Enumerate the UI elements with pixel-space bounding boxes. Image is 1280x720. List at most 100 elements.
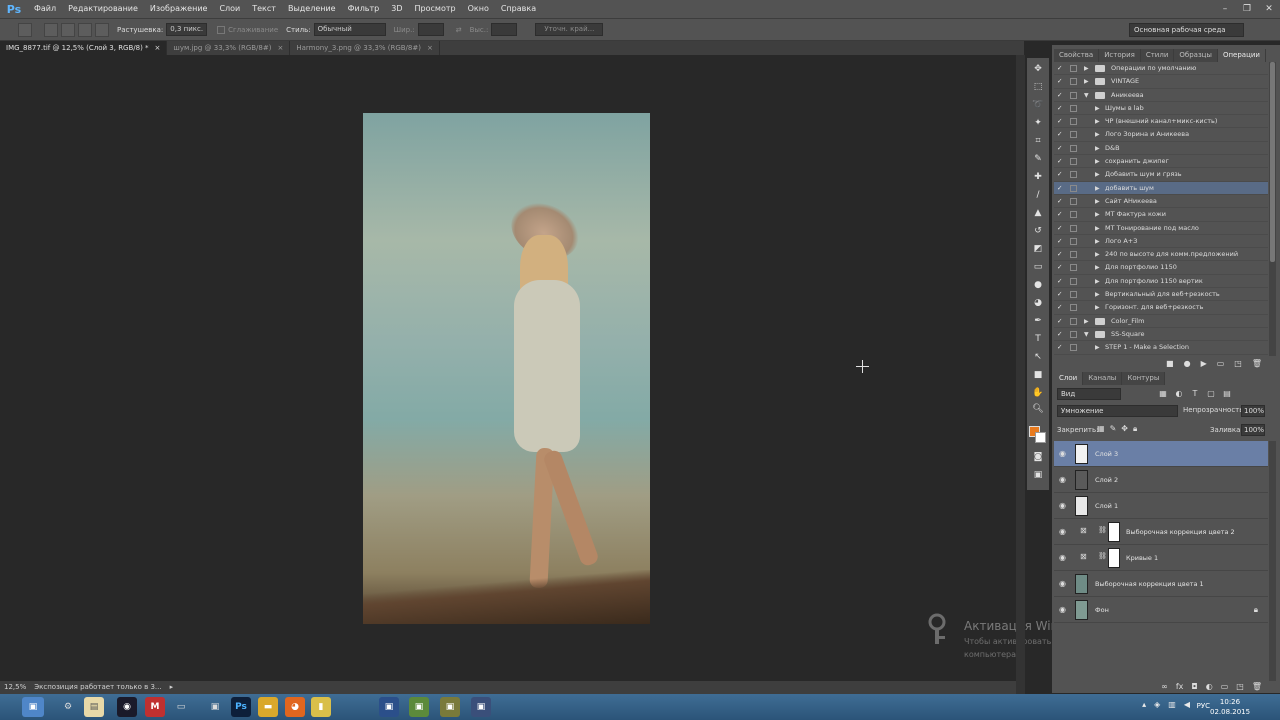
- stamp-tool-icon[interactable]: ▲: [1030, 206, 1046, 220]
- dialog-toggle[interactable]: [1070, 304, 1077, 312]
- tab-styles[interactable]: Стили: [1140, 49, 1175, 62]
- visibility-eye-icon[interactable]: ◉: [1059, 449, 1066, 458]
- expand-icon[interactable]: ▶: [1095, 195, 1100, 208]
- fill-input[interactable]: 100%: [1241, 424, 1265, 436]
- check-icon[interactable]: ✓: [1057, 328, 1062, 341]
- layer-row[interactable]: ◉ Слой 1: [1054, 493, 1268, 519]
- record-icon[interactable]: ●: [1184, 357, 1191, 371]
- eyedropper-icon[interactable]: ✎: [1030, 152, 1046, 166]
- screen-mode-icon[interactable]: ▣: [1030, 468, 1046, 482]
- background-color-swatch[interactable]: [1035, 432, 1046, 443]
- tab-swatches[interactable]: Образцы: [1174, 49, 1218, 62]
- photoshop-taskbar-icon[interactable]: Ps: [231, 697, 251, 717]
- dialog-toggle[interactable]: [1070, 65, 1077, 72]
- filter-shape-icon[interactable]: ▢: [1205, 388, 1217, 400]
- history-brush-icon[interactable]: ↺: [1030, 224, 1046, 238]
- layer-name[interactable]: Фон: [1095, 606, 1109, 614]
- dialog-toggle[interactable]: [1070, 211, 1077, 219]
- layer-name[interactable]: Слой 3: [1095, 450, 1118, 458]
- link-layers-icon[interactable]: ∞: [1161, 682, 1168, 694]
- menu-text[interactable]: Текст: [246, 0, 282, 18]
- layer-row[interactable]: ◉ Слой 2: [1054, 467, 1268, 493]
- tray-arrow-icon[interactable]: ▴: [1142, 700, 1146, 709]
- action-set-row[interactable]: ✓ ▶ Операции по умолчанию: [1054, 62, 1268, 76]
- check-icon[interactable]: ✓: [1057, 75, 1062, 88]
- app-icon-wise[interactable]: ⚙: [58, 697, 78, 717]
- filter-adjustment-icon[interactable]: ◐: [1173, 388, 1185, 400]
- scroll-thumb[interactable]: [1270, 62, 1275, 262]
- layer-name[interactable]: Кривые 1: [1126, 554, 1158, 562]
- minimize-button[interactable]: –: [1214, 0, 1236, 18]
- type-tool-icon[interactable]: T: [1030, 332, 1046, 346]
- move-tool-icon[interactable]: ✥: [1030, 62, 1046, 76]
- dialog-toggle[interactable]: [1070, 237, 1077, 245]
- menu-filter[interactable]: Фильтр: [342, 0, 386, 18]
- expand-icon[interactable]: ▶: [1095, 341, 1100, 354]
- visibility-eye-icon[interactable]: ◉: [1059, 501, 1066, 510]
- clock[interactable]: 10:26 02.08.2015: [1210, 697, 1250, 717]
- visibility-eye-icon[interactable]: ◉: [1059, 475, 1066, 484]
- layer-name[interactable]: Выборочная коррекция цвета 2: [1126, 528, 1235, 536]
- window-app-icon[interactable]: ▣: [205, 697, 225, 717]
- dialog-toggle[interactable]: [1070, 91, 1077, 99]
- check-icon[interactable]: ✓: [1057, 128, 1062, 141]
- document-tab-3[interactable]: Harmony_3.png @ 33,3% (RGB/8#) ×: [290, 41, 440, 55]
- file-explorer-icon[interactable]: ▬: [258, 697, 278, 717]
- stop-icon[interactable]: ■: [1166, 357, 1174, 371]
- dialog-toggle[interactable]: [1070, 197, 1077, 205]
- path-selection-icon[interactable]: ↖: [1030, 350, 1046, 364]
- expand-icon[interactable]: ▶: [1095, 115, 1100, 128]
- hand-tool-icon[interactable]: ✋: [1030, 386, 1046, 400]
- layer-thumbnail[interactable]: [1075, 444, 1088, 464]
- start-button[interactable]: ▣: [22, 697, 44, 717]
- layer-row[interactable]: ◉ Выборочная коррекция цвета 1: [1054, 571, 1268, 597]
- dialog-toggle[interactable]: [1070, 251, 1077, 259]
- document-tab-2[interactable]: шум.jpg @ 33,3% (RGB/8#) ×: [167, 41, 291, 55]
- check-icon[interactable]: ✓: [1057, 341, 1062, 354]
- dialog-toggle[interactable]: [1070, 104, 1077, 112]
- refine-edge-button[interactable]: Уточн. край...: [535, 23, 604, 36]
- shape-tool-icon[interactable]: ■: [1030, 368, 1046, 382]
- layer-mask-thumbnail[interactable]: [1108, 548, 1120, 568]
- menu-file[interactable]: Файл: [28, 0, 62, 18]
- expand-icon[interactable]: ▶: [1084, 75, 1089, 88]
- blur-tool-icon[interactable]: ●: [1030, 278, 1046, 292]
- close-tab-icon[interactable]: ×: [155, 44, 161, 52]
- check-icon[interactable]: ✓: [1057, 142, 1062, 155]
- expand-icon[interactable]: ▶: [1095, 261, 1100, 274]
- smooth-checkbox[interactable]: [217, 25, 226, 34]
- check-icon[interactable]: ✓: [1057, 261, 1062, 274]
- lasso-tool-icon[interactable]: ➰: [1030, 98, 1046, 112]
- filter-pixel-icon[interactable]: ▦: [1157, 388, 1169, 400]
- check-icon[interactable]: ✓: [1057, 195, 1062, 208]
- action-row[interactable]: ✓ ▶ Добавить шум и грязь: [1054, 168, 1268, 182]
- height-input[interactable]: [491, 23, 518, 36]
- action-row[interactable]: ✓ ▶ добавить шум: [1054, 181, 1268, 195]
- check-icon[interactable]: ✓: [1057, 115, 1062, 128]
- visibility-eye-icon[interactable]: ◉: [1059, 605, 1066, 614]
- swap-icon[interactable]: ⇄: [456, 26, 462, 34]
- workspace-select[interactable]: Основная рабочая среда: [1129, 23, 1244, 37]
- action-row[interactable]: ✓ ▶ Для портфолио 1150 вертик: [1054, 275, 1268, 289]
- filter-smart-icon[interactable]: ▤: [1221, 388, 1233, 400]
- expand-icon[interactable]: ▶: [1095, 301, 1100, 314]
- expand-icon[interactable]: ▶: [1095, 248, 1100, 261]
- layer-mask-thumbnail[interactable]: [1108, 522, 1120, 542]
- check-icon[interactable]: ✓: [1057, 208, 1062, 221]
- lock-position-icon[interactable]: ✥: [1121, 424, 1128, 434]
- layer-style-icon[interactable]: fx: [1176, 682, 1184, 694]
- action-row[interactable]: ✓ ▶ ЧР (внешний канал+микс-кисть): [1054, 115, 1268, 129]
- folder-icon[interactable]: ▮: [311, 697, 331, 717]
- subtract-selection-icon[interactable]: [78, 22, 92, 37]
- dialog-toggle[interactable]: [1070, 224, 1077, 232]
- layer-thumbnail[interactable]: [1075, 600, 1088, 620]
- feather-input[interactable]: 0,3 пикс.: [166, 23, 208, 36]
- action-row[interactable]: ✓ ▶ МТ Тонирование под масло: [1054, 222, 1268, 235]
- width-input[interactable]: [417, 23, 444, 36]
- action-row[interactable]: ✓ ▶ Для портфолио 1150: [1054, 261, 1268, 275]
- dialog-toggle[interactable]: [1070, 131, 1077, 139]
- lock-all-icon[interactable]: 🔒︎: [1133, 424, 1137, 434]
- dialog-toggle[interactable]: [1070, 78, 1077, 86]
- layer-row[interactable]: ◉ ⊠ ⛓ Выборочная коррекция цвета 2: [1054, 519, 1268, 545]
- expand-icon[interactable]: ▶: [1095, 182, 1100, 195]
